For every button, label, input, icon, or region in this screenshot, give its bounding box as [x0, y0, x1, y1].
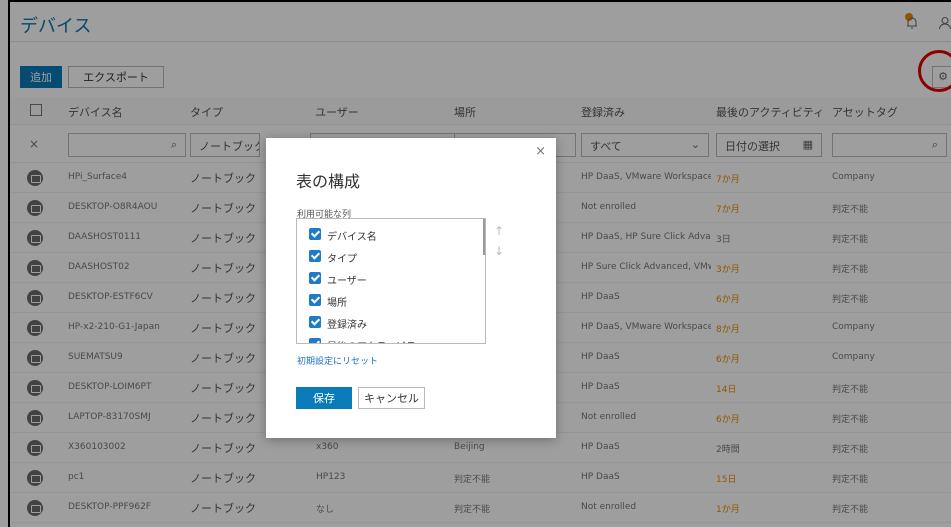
column-option-label: デバイス名	[327, 232, 377, 243]
column-option-label: 登録済み	[327, 320, 367, 331]
list-scrollbar[interactable]	[483, 219, 485, 255]
column-option-label: ユーザー	[327, 276, 367, 287]
checkbox-checked[interactable]	[309, 272, 321, 284]
move-down-icon[interactable]: ↓	[494, 244, 504, 258]
checkbox-checked[interactable]	[309, 250, 321, 262]
dialog-title: 表の構成	[296, 172, 361, 191]
column-option-label: タイプ	[327, 254, 357, 265]
move-up-icon[interactable]: ↑	[494, 224, 504, 238]
modal-overlay[interactable]: × 表の構成 利用可能な列 デバイス名タイプユーザー場所登録済み最後のアクティビ…	[0, 0, 951, 527]
save-button[interactable]: 保存	[296, 387, 352, 409]
column-option-label: 場所	[327, 298, 347, 309]
checkbox-checked[interactable]	[309, 228, 321, 240]
column-list[interactable]: デバイス名タイプユーザー場所登録済み最後のアクティビティ	[296, 218, 486, 344]
table-config-dialog: × 表の構成 利用可能な列 デバイス名タイプユーザー場所登録済み最後のアクティビ…	[266, 138, 556, 438]
reset-link[interactable]: 初期設定にリセット	[297, 354, 378, 367]
checkbox-checked[interactable]	[309, 294, 321, 306]
column-option-label: 最後のアクティビティ	[327, 338, 425, 343]
cancel-button[interactable]: キャンセル	[358, 387, 425, 409]
checkbox-checked[interactable]	[309, 338, 321, 343]
checkbox-checked[interactable]	[309, 316, 321, 328]
close-icon[interactable]: ×	[535, 144, 546, 159]
